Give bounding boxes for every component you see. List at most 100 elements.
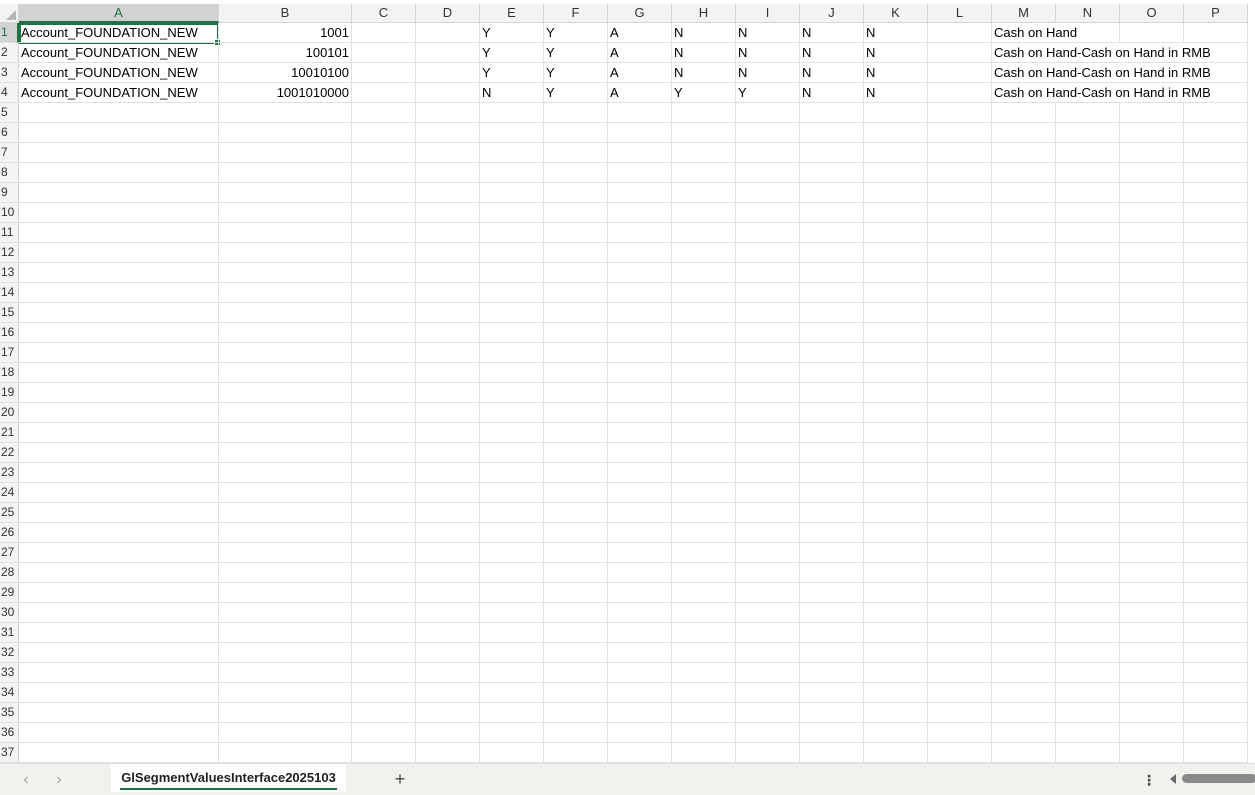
cell-a9[interactable] xyxy=(19,183,219,203)
cell-l7[interactable] xyxy=(928,143,992,163)
cell-d1[interactable] xyxy=(416,23,480,43)
cell-p18[interactable] xyxy=(1184,363,1248,383)
cell-l5[interactable] xyxy=(928,103,992,123)
cell-g12[interactable] xyxy=(608,243,672,263)
cell-c11[interactable] xyxy=(352,223,416,243)
cell-p34[interactable] xyxy=(1184,683,1248,703)
cell-b4[interactable]: 1001010000 xyxy=(219,83,352,103)
cell-e11[interactable] xyxy=(480,223,544,243)
cell-m5[interactable] xyxy=(992,103,1056,123)
cell-n9[interactable] xyxy=(1056,183,1120,203)
cell-p24[interactable] xyxy=(1184,483,1248,503)
cell-o15[interactable] xyxy=(1120,303,1184,323)
cell-e10[interactable] xyxy=(480,203,544,223)
cell-f13[interactable] xyxy=(544,263,608,283)
cell-n14[interactable] xyxy=(1056,283,1120,303)
column-header-d[interactable]: D xyxy=(416,4,480,23)
cell-d32[interactable] xyxy=(416,643,480,663)
cell-e35[interactable] xyxy=(480,703,544,723)
cell-h6[interactable] xyxy=(672,123,736,143)
cell-h37[interactable] xyxy=(672,743,736,763)
cell-c37[interactable] xyxy=(352,743,416,763)
cell-g31[interactable] xyxy=(608,623,672,643)
cell-b36[interactable] xyxy=(219,723,352,743)
cell-g11[interactable] xyxy=(608,223,672,243)
cell-e5[interactable] xyxy=(480,103,544,123)
cell-h13[interactable] xyxy=(672,263,736,283)
cell-a27[interactable] xyxy=(19,543,219,563)
cell-e18[interactable] xyxy=(480,363,544,383)
cell-o9[interactable] xyxy=(1120,183,1184,203)
cell-i28[interactable] xyxy=(736,563,800,583)
cell-j19[interactable] xyxy=(800,383,864,403)
cell-e14[interactable] xyxy=(480,283,544,303)
cell-n33[interactable] xyxy=(1056,663,1120,683)
cell-l36[interactable] xyxy=(928,723,992,743)
cell-c35[interactable] xyxy=(352,703,416,723)
cell-h33[interactable] xyxy=(672,663,736,683)
cell-k8[interactable] xyxy=(864,163,928,183)
cell-g1[interactable]: A xyxy=(608,23,672,43)
cell-p36[interactable] xyxy=(1184,723,1248,743)
row-header-28[interactable]: 28 xyxy=(0,563,19,583)
cell-e33[interactable] xyxy=(480,663,544,683)
cell-g8[interactable] xyxy=(608,163,672,183)
cell-j21[interactable] xyxy=(800,423,864,443)
cell-m1[interactable]: Cash on Hand xyxy=(992,23,1077,43)
cell-p25[interactable] xyxy=(1184,503,1248,523)
cell-o31[interactable] xyxy=(1120,623,1184,643)
cell-i19[interactable] xyxy=(736,383,800,403)
cell-a12[interactable] xyxy=(19,243,219,263)
cell-p13[interactable] xyxy=(1184,263,1248,283)
cell-o1[interactable] xyxy=(1120,23,1184,43)
row-header-34[interactable]: 34 xyxy=(0,683,19,703)
cell-h25[interactable] xyxy=(672,503,736,523)
cell-h28[interactable] xyxy=(672,563,736,583)
cell-m6[interactable] xyxy=(992,123,1056,143)
cell-l35[interactable] xyxy=(928,703,992,723)
cell-c6[interactable] xyxy=(352,123,416,143)
cell-f26[interactable] xyxy=(544,523,608,543)
cell-k20[interactable] xyxy=(864,403,928,423)
row-header-2[interactable]: 2 xyxy=(0,43,19,63)
cell-b29[interactable] xyxy=(219,583,352,603)
cell-k12[interactable] xyxy=(864,243,928,263)
cell-g32[interactable] xyxy=(608,643,672,663)
cell-p30[interactable] xyxy=(1184,603,1248,623)
cell-d10[interactable] xyxy=(416,203,480,223)
cell-l17[interactable] xyxy=(928,343,992,363)
cell-d23[interactable] xyxy=(416,463,480,483)
cell-h21[interactable] xyxy=(672,423,736,443)
cell-f9[interactable] xyxy=(544,183,608,203)
cell-j11[interactable] xyxy=(800,223,864,243)
row-header-37[interactable]: 37 xyxy=(0,743,19,763)
cell-j5[interactable] xyxy=(800,103,864,123)
cell-h1[interactable]: N xyxy=(672,23,736,43)
cell-f31[interactable] xyxy=(544,623,608,643)
cell-k16[interactable] xyxy=(864,323,928,343)
cell-g21[interactable] xyxy=(608,423,672,443)
cell-d21[interactable] xyxy=(416,423,480,443)
cell-d19[interactable] xyxy=(416,383,480,403)
cell-m9[interactable] xyxy=(992,183,1056,203)
column-header-n[interactable]: N xyxy=(1056,4,1120,23)
cell-n28[interactable] xyxy=(1056,563,1120,583)
cell-p14[interactable] xyxy=(1184,283,1248,303)
cell-c15[interactable] xyxy=(352,303,416,323)
cell-l3[interactable] xyxy=(928,63,992,83)
cell-e2[interactable]: Y xyxy=(480,43,544,63)
cell-i13[interactable] xyxy=(736,263,800,283)
cell-m18[interactable] xyxy=(992,363,1056,383)
cell-o24[interactable] xyxy=(1120,483,1184,503)
cell-f5[interactable] xyxy=(544,103,608,123)
cell-h10[interactable] xyxy=(672,203,736,223)
cell-j13[interactable] xyxy=(800,263,864,283)
cell-d18[interactable] xyxy=(416,363,480,383)
cell-g2[interactable]: A xyxy=(608,43,672,63)
row-header-8[interactable]: 8 xyxy=(0,163,19,183)
cell-f25[interactable] xyxy=(544,503,608,523)
cell-m10[interactable] xyxy=(992,203,1056,223)
cell-h17[interactable] xyxy=(672,343,736,363)
cell-k18[interactable] xyxy=(864,363,928,383)
cell-k7[interactable] xyxy=(864,143,928,163)
